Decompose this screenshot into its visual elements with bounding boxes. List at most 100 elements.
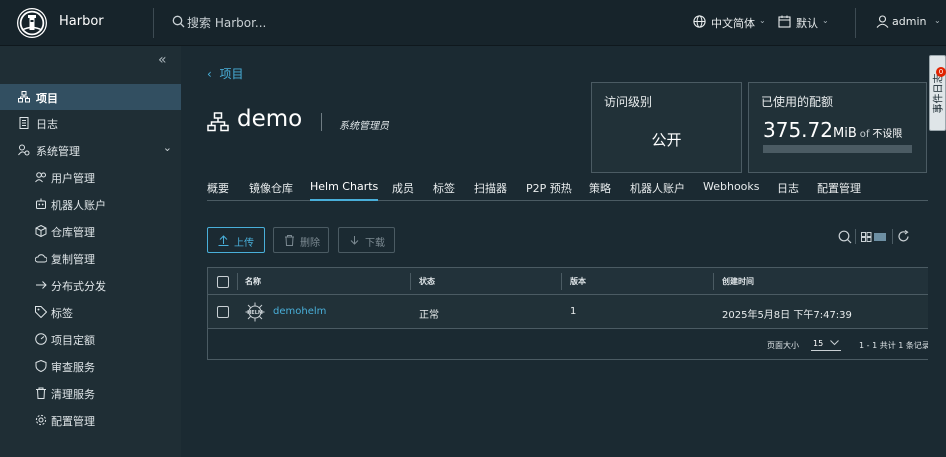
sidebar-item-logs[interactable]: 日志	[0, 110, 181, 136]
user-menu[interactable]: admin ⌄	[876, 14, 942, 32]
robot-icon	[36, 198, 46, 209]
tab-scanner[interactable]: 扫描器	[474, 180, 507, 201]
view-tools	[838, 228, 918, 248]
global-search[interactable]: 搜索 Harbor...	[172, 13, 372, 31]
replication-icon	[35, 254, 47, 263]
column-separator	[410, 273, 411, 290]
projects-icon	[18, 91, 30, 103]
main-content: ‹ 项目 demo 系统管理员 访问级别 公开 已使用的配额 375.72MiB…	[181, 46, 931, 457]
language-selector[interactable]: 中文简体 ⌄	[693, 14, 768, 32]
chart-created-time: 2025年5月8日 下午7:47:39	[722, 310, 852, 321]
upload-button[interactable]: 上传	[207, 227, 265, 253]
tab-p2p-preheat[interactable]: P2P 预热	[526, 180, 572, 201]
chevron-down-icon: ⌄	[759, 16, 766, 25]
system-admin-icon	[18, 144, 30, 156]
sidebar-item-label: 配置管理	[51, 415, 95, 428]
back-link-label[interactable]: 项目	[219, 67, 243, 81]
username: admin	[892, 15, 927, 28]
quota-used-card: 已使用的配额 375.72MiB of 不设限	[748, 82, 927, 173]
page-size-value: 15	[813, 339, 824, 348]
sidebar-item-system-admin[interactable]: 系统管理 ⌄	[0, 137, 181, 163]
tab-summary[interactable]: 概要	[207, 180, 229, 201]
sidebar-item-label: 机器人账户	[51, 199, 106, 212]
sidebar-item-replications[interactable]: 复制管理	[0, 245, 181, 271]
tab-members[interactable]: 成员	[392, 180, 414, 201]
users-icon	[35, 172, 46, 183]
helm-charts-table: 名称 状态 版本 创建时间 HELM demohelm 正常 1 2025年5月…	[207, 267, 931, 360]
chevron-down-icon: ⌄	[934, 16, 941, 25]
column-header-created[interactable]: 创建时间	[722, 276, 754, 287]
datetime-format-selector[interactable]: 默认 ⌄	[778, 14, 833, 32]
page-size-select[interactable]: 15	[811, 335, 841, 351]
helm-icon: HELM	[245, 302, 265, 322]
search-placeholder[interactable]: 搜索 Harbor...	[187, 14, 266, 31]
sidebar-item-label: 审查服务	[51, 361, 95, 374]
sidebar-item-distributions[interactable]: 分布式分发	[0, 272, 181, 298]
sidebar-item-label: 分布式分发	[51, 280, 106, 293]
chevron-down-icon[interactable]: ⌄	[163, 141, 172, 154]
user-icon	[876, 15, 889, 28]
download-label: 下载	[365, 238, 385, 249]
delete-label: 删除	[300, 238, 320, 249]
delete-button[interactable]: 删除	[273, 227, 329, 253]
tab-configuration[interactable]: 配置管理	[817, 180, 861, 201]
sidebar-item-projects[interactable]: 项目	[0, 84, 181, 110]
title-divider	[321, 113, 322, 131]
project-tabs: 概要 镜像仓库 Helm Charts 成员 标签 扫描器 P2P 预热 策略 …	[207, 180, 931, 201]
sidebar-item-users[interactable]: 用户管理	[0, 164, 181, 190]
select-all-checkbox[interactable]	[217, 276, 229, 288]
column-header-version[interactable]: 版本	[570, 276, 586, 287]
sidebar-item-clean-up[interactable]: 清理服务	[0, 380, 181, 406]
sidebar-item-robot-accounts[interactable]: 机器人账户	[0, 191, 181, 217]
sidebar-item-project-quotas[interactable]: 项目定额	[0, 326, 181, 352]
download-button[interactable]: 下载	[338, 227, 395, 253]
event-log-tab[interactable]: 事件日志	[929, 55, 946, 131]
quota-used: 375.72	[763, 118, 833, 142]
quota-limit: 不设限	[872, 129, 903, 140]
sidebar-item-interrogation-services[interactable]: 审查服务	[0, 353, 181, 379]
registry-icon	[35, 225, 47, 237]
tab-policy[interactable]: 策略	[589, 180, 611, 201]
column-header-name[interactable]: 名称	[245, 276, 261, 287]
top-header: Harbor 搜索 Harbor... 中文简体 ⌄ 默认 ⌄ admin ⌄	[0, 0, 946, 46]
refresh-icon[interactable]	[897, 230, 910, 243]
download-icon	[350, 236, 359, 245]
sidebar-item-label: 系统管理	[36, 145, 80, 158]
tab-robot-accounts[interactable]: 机器人账户	[630, 180, 685, 201]
shield-icon	[35, 360, 47, 372]
project-name: demo	[237, 106, 303, 132]
helm-icon-text: HELM	[247, 310, 263, 316]
sidebar-item-labels[interactable]: 标签	[0, 299, 181, 325]
column-header-status[interactable]: 状态	[419, 276, 435, 287]
sidebar-item-label: 项目定额	[51, 334, 95, 347]
sidebar-item-configuration[interactable]: 配置管理	[0, 407, 181, 433]
label-icon	[35, 306, 47, 318]
sidebar-item-label: 项目	[36, 92, 58, 105]
sidebar-item-label: 清理服务	[51, 388, 95, 401]
app-title[interactable]: Harbor	[59, 14, 104, 29]
sidebar-item-registries[interactable]: 仓库管理	[0, 218, 181, 244]
sidebar-item-label: 用户管理	[51, 172, 95, 185]
collapse-sidebar-icon[interactable]: «	[158, 52, 167, 68]
sidebar-item-label: 仓库管理	[51, 226, 95, 239]
access-level-card: 访问级别 公开	[591, 82, 742, 173]
harbor-logo[interactable]	[17, 8, 47, 38]
row-checkbox[interactable]	[217, 306, 229, 318]
datetime-format-label: 默认	[796, 17, 818, 30]
chart-name-link[interactable]: demohelm	[273, 306, 326, 317]
trash-icon	[36, 387, 46, 399]
tab-webhooks[interactable]: Webhooks	[703, 180, 760, 201]
tab-labels[interactable]: 标签	[433, 180, 455, 201]
quota-of: of	[859, 129, 870, 140]
view-toggle-icon[interactable]	[861, 232, 887, 242]
table-header: 名称 状态 版本 创建时间	[208, 268, 930, 295]
upload-icon	[218, 235, 229, 246]
sidebar-item-label: 复制管理	[51, 253, 95, 266]
tab-helm-charts[interactable]: Helm Charts	[310, 180, 379, 201]
search-icon[interactable]	[838, 230, 852, 244]
tab-logs[interactable]: 日志	[777, 180, 799, 201]
back-to-projects-link[interactable]: ‹ 项目	[207, 65, 243, 82]
quota-progress-bar	[763, 145, 912, 153]
gear-icon	[35, 414, 47, 426]
tab-repositories[interactable]: 镜像仓库	[249, 180, 293, 201]
